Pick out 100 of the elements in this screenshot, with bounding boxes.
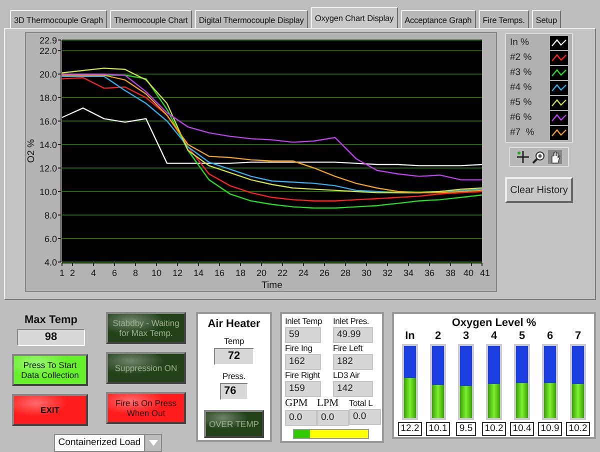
axis-tick-label: 2	[70, 268, 75, 278]
legend-label: #2 %	[510, 51, 533, 65]
max-temp-readout: 98	[17, 329, 85, 346]
bar-label: 5	[518, 330, 526, 342]
axis-title: Time	[262, 280, 282, 291]
level-readout: 10.1	[426, 422, 450, 436]
legend-swatch	[550, 96, 568, 110]
field-readout: 72	[214, 348, 254, 365]
axis-tick-label: 28	[340, 268, 350, 278]
field-label: LD3 Air	[333, 370, 360, 380]
axis-tick-label: 30	[362, 268, 372, 278]
legend-swatch	[550, 111, 568, 125]
axis-tick-label: 6	[112, 268, 117, 278]
field-label: Fire Right	[285, 370, 321, 380]
axis-tick-label: 6.0	[44, 234, 57, 244]
axis-tick-label: 10	[152, 268, 162, 278]
bar-label: 3	[462, 330, 470, 342]
axis-tick-label: 12.0	[39, 164, 57, 174]
level-readout: 10.9	[538, 422, 562, 436]
crosshair-icon[interactable]	[516, 150, 530, 164]
axis-tick-label: 18.0	[39, 93, 57, 104]
axis-tick-label: 18	[236, 268, 246, 278]
hand-icon[interactable]	[548, 150, 562, 164]
axis-tick-label: 34	[404, 268, 414, 278]
legend-swatch	[550, 126, 568, 140]
axis-tick-label: 36	[424, 268, 434, 278]
field-readout: 142	[333, 381, 373, 397]
legend-label: #3 %	[510, 66, 533, 80]
tab[interactable]: Digital Thermocouple Display	[194, 10, 308, 28]
axis-tick-label: 41	[480, 268, 490, 278]
level-readout: 12.2	[398, 422, 422, 436]
field-readout: 49.99	[333, 327, 373, 343]
clear-history-button[interactable]: Clear History	[505, 177, 573, 203]
axis-tick-label: 20	[256, 268, 266, 278]
field-label: Press.	[222, 371, 246, 381]
legend-swatch	[550, 81, 568, 95]
tab[interactable]: 3D Thermocouple Graph	[10, 10, 108, 28]
field-label: Temp	[224, 336, 244, 346]
zoom-icon[interactable]	[532, 150, 546, 164]
legend-label: #5 %	[510, 96, 533, 110]
legend-label: #7 %	[510, 126, 536, 140]
legend-swatch	[550, 66, 568, 80]
axis-tick-label: 40	[464, 268, 474, 278]
field-label: Fire Left	[333, 343, 364, 353]
bar-label: 4	[490, 330, 498, 342]
tab[interactable]: Setup	[532, 10, 561, 28]
panel-title: Oxygen Level %	[452, 317, 536, 329]
legend-label: In %	[510, 36, 530, 50]
over-temp-indicator[interactable]: OVER TEMP	[204, 410, 264, 438]
bar-label: 7	[574, 330, 582, 342]
axis-title: O2 %	[26, 139, 37, 163]
field-readout: 0.0	[317, 410, 349, 426]
axis-tick-label: 4.0	[44, 258, 57, 268]
field-readout: 0.0	[349, 409, 381, 425]
tab[interactable]: Fire Temps.	[478, 10, 529, 28]
axis-tick-label: 8	[133, 268, 138, 278]
level-readout: 10.4	[510, 422, 534, 436]
field-label: GPM	[285, 398, 309, 409]
legend-swatch	[550, 36, 568, 50]
axis-tick-label: 22.9	[39, 36, 57, 46]
axis-tick-label: 4	[91, 268, 96, 278]
axis-tick-label: 1	[60, 268, 64, 278]
max-temp-label: Max Temp	[24, 314, 78, 326]
field-label: Inlet Pres.	[333, 316, 370, 326]
panel-title: Air Heater	[208, 318, 260, 330]
axis-tick-label: 20.0	[39, 70, 57, 80]
tab[interactable]: Acceptance Graph	[400, 10, 476, 28]
axis-tick-label: 12	[172, 268, 182, 278]
axis-tick-label: 16.0	[39, 116, 57, 127]
panel-button[interactable]: Fire is On Press When Out	[106, 392, 186, 424]
axis-tick-label: 22.0	[39, 46, 57, 56]
field-readout: 59	[285, 327, 321, 343]
load-dropdown[interactable]: Containerized Load	[54, 434, 162, 452]
panel-button[interactable]: EXIT	[12, 394, 88, 426]
field-readout: 0.0	[285, 410, 317, 426]
tab[interactable]: Oxygen Chart Display	[310, 7, 398, 28]
axis-tick-label: 8.0	[44, 210, 57, 221]
axis-tick-label: 22	[278, 268, 288, 278]
caret-icon	[148, 440, 158, 446]
axis-tick-label: 24	[298, 268, 308, 278]
axis-tick-label: 14.0	[39, 140, 57, 150]
field-label: LPM	[317, 398, 340, 409]
axis-tick-label: 10.0	[39, 187, 57, 198]
legend-label: #4 %	[510, 81, 533, 95]
panel-button[interactable]: Press To Start Data Collection	[12, 354, 88, 386]
legend-label: #6 %	[510, 111, 533, 125]
panel-button[interactable]: Stabdby - Waiting for Max Temp.	[106, 312, 186, 344]
axis-tick-label: 38	[446, 268, 456, 278]
bar-label: 2	[434, 330, 442, 342]
field-readout: 159	[285, 381, 321, 397]
level-readout: 10.2	[482, 422, 506, 436]
field-readout: 162	[285, 354, 321, 370]
axis-tick-label: 14	[194, 268, 204, 278]
tab[interactable]: Thermocouple Chart	[110, 10, 192, 28]
level-readout: 10.2	[566, 422, 590, 436]
field-label: Fire Ing	[285, 343, 314, 353]
field-readout: 182	[333, 354, 373, 370]
level-readout: 9.5	[456, 422, 476, 436]
field-readout: 76	[220, 383, 248, 400]
panel-button[interactable]: Suppression ON	[106, 352, 186, 384]
